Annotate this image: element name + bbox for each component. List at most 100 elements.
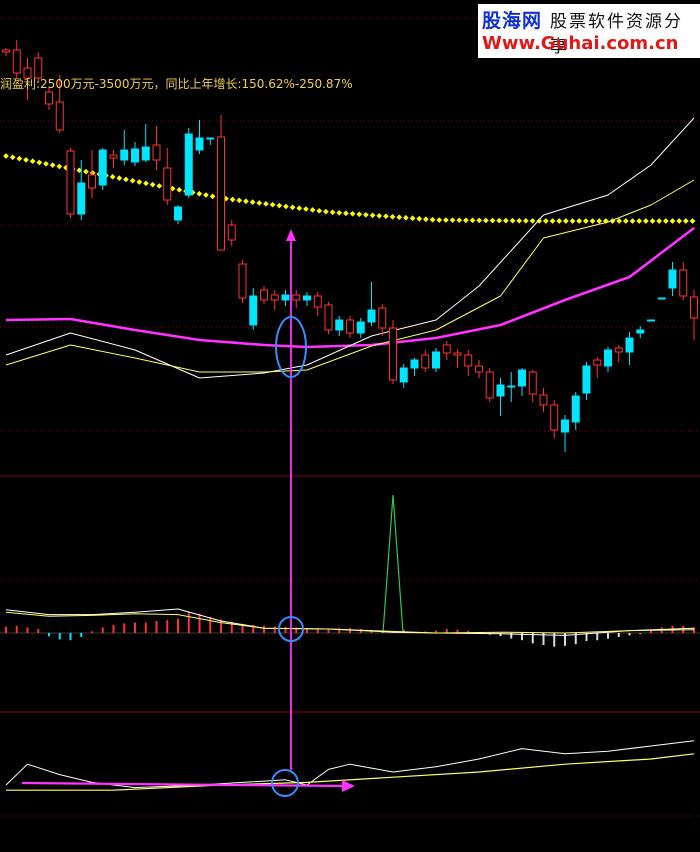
candle-down [657, 297, 666, 300]
dotted-marker [323, 208, 329, 215]
candle-up [324, 304, 333, 331]
annotation-layer [21, 229, 355, 797]
dotted-marker [409, 215, 416, 222]
candle-down [206, 137, 215, 140]
dotted-marker [156, 183, 163, 189]
dotted-marker [83, 168, 89, 175]
dotted-marker [583, 218, 589, 224]
candle-down [184, 133, 193, 196]
dotted-marker [149, 181, 156, 188]
candle-down [561, 419, 569, 433]
dotted-marker [349, 210, 356, 217]
dotted-marker [443, 217, 449, 223]
dotted-marker [29, 158, 36, 165]
dotted-marker [616, 218, 623, 224]
dotted-marker [369, 212, 376, 219]
candle-down [195, 137, 204, 151]
dotted-marker [449, 217, 456, 223]
dotted-marker [116, 175, 123, 181]
dotted-marker [536, 218, 543, 224]
dotted-marker [556, 218, 563, 224]
dotted-marker [209, 193, 216, 200]
candle-up [593, 359, 602, 366]
dotted-marker [289, 204, 296, 211]
dotted-marker [336, 209, 343, 216]
dotted-marker [49, 162, 56, 168]
candle-up [217, 136, 225, 251]
candle-down [367, 309, 376, 323]
candle-down [399, 367, 408, 383]
candle-down [625, 337, 634, 353]
dotted-marker [43, 160, 49, 167]
candle-up [442, 344, 451, 354]
dotted-marker [423, 216, 429, 223]
dotted-marker [3, 153, 9, 159]
dotted-marker [316, 207, 323, 214]
dotted-marker [429, 216, 436, 223]
dotted-marker [623, 218, 629, 224]
candle-up [292, 294, 301, 301]
dotted-marker [136, 179, 143, 185]
dotted-line-layer [3, 153, 696, 224]
candle-up [2, 49, 10, 53]
candle-up [152, 144, 161, 161]
candle-down [131, 148, 139, 163]
candle-down [281, 294, 290, 301]
macd-yellow-line [5, 611, 695, 634]
dotted-marker [276, 202, 283, 209]
ma-white-line [5, 117, 695, 379]
dotted-marker [176, 187, 183, 193]
candle-up [475, 365, 483, 373]
dotted-marker [23, 157, 29, 163]
candle-up [227, 224, 236, 241]
dotted-marker [203, 192, 209, 198]
candle-down [604, 349, 612, 367]
dotted-marker [456, 217, 463, 224]
dotted-marker [669, 218, 676, 224]
candle-up [12, 49, 21, 74]
dotted-marker [496, 217, 503, 224]
candle-up [539, 394, 548, 406]
dotted-marker [363, 211, 369, 218]
candle-up [378, 307, 387, 329]
candle-up [528, 371, 537, 395]
stock-chart-canvas [0, 17, 700, 817]
dotted-marker [483, 217, 489, 224]
macd-spike [382, 494, 404, 634]
dotted-marker [649, 218, 656, 224]
candle-up [614, 347, 623, 353]
dotted-marker [463, 217, 469, 224]
dotted-marker [356, 211, 363, 218]
candle-up [690, 296, 698, 319]
dotted-marker [523, 218, 529, 224]
dotted-marker [236, 197, 243, 204]
dotted-marker [589, 218, 596, 224]
candle-down [120, 149, 129, 161]
dotted-marker [636, 218, 643, 224]
candle-down [410, 359, 419, 369]
dotted-marker [529, 218, 536, 224]
dotted-marker [683, 218, 689, 224]
dotted-marker [516, 217, 523, 224]
dotted-marker [656, 218, 662, 224]
candle-up [45, 91, 53, 105]
dotted-marker [396, 214, 403, 221]
dotted-marker [389, 213, 396, 220]
candle-down [636, 329, 645, 334]
dotted-marker [383, 213, 389, 220]
site-name: 股海网 [482, 10, 543, 32]
candle-up [389, 327, 397, 381]
candle-down [518, 369, 526, 387]
candle-down [432, 351, 440, 369]
dotted-marker [129, 177, 136, 184]
dotted-marker [436, 217, 443, 223]
candle-up [109, 154, 118, 159]
candle-down [571, 395, 580, 423]
dotted-marker [416, 215, 423, 222]
candle-up [313, 295, 322, 308]
dotted-marker [596, 218, 603, 224]
dotted-marker [249, 199, 256, 205]
candle-up [66, 150, 75, 215]
candle-up [238, 263, 247, 299]
site-url: Www.Guhai.com.cn [482, 33, 679, 54]
